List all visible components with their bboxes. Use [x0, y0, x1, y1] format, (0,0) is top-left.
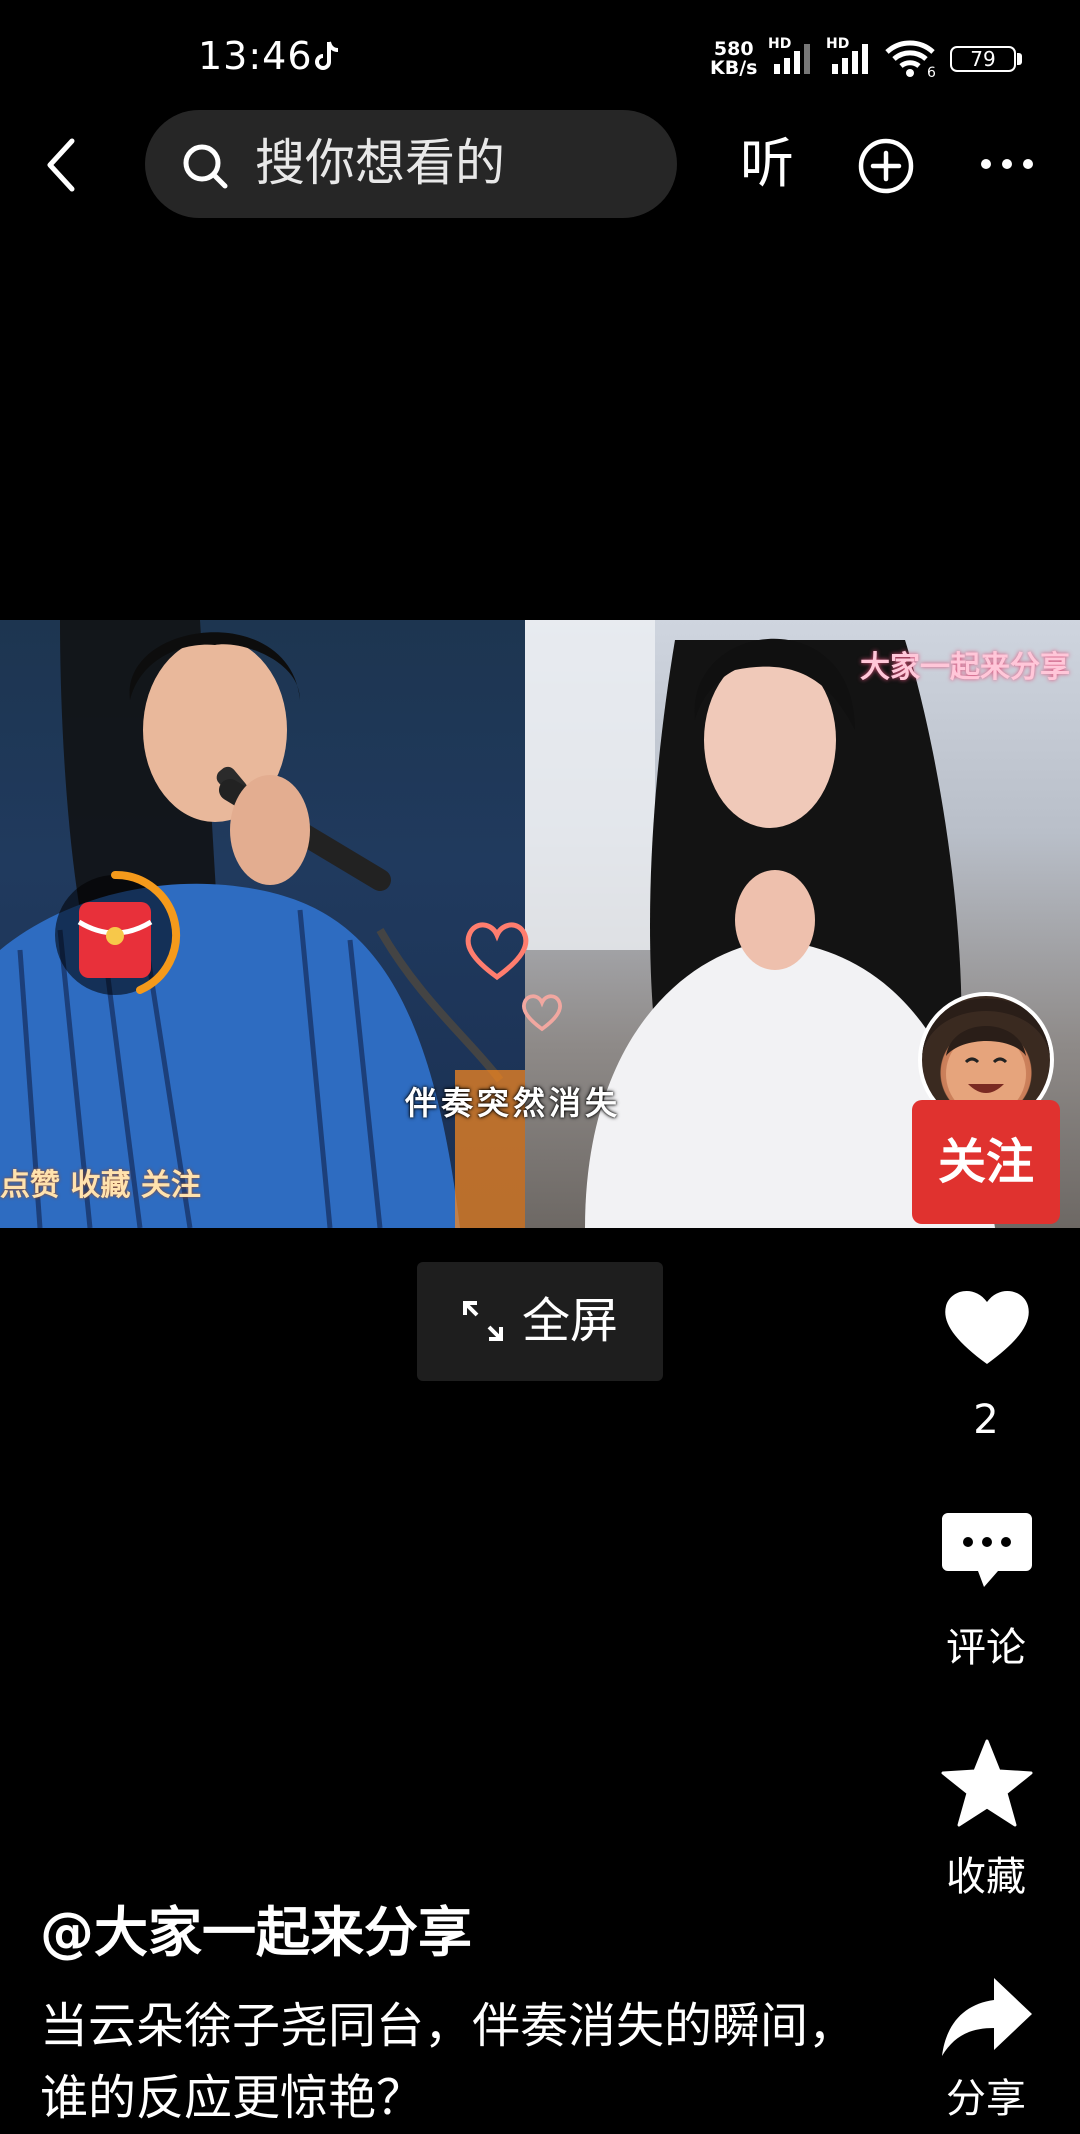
network-speed: 580 KB/s [710, 40, 757, 78]
listen-button[interactable]: 听 [740, 132, 794, 196]
video-overlay-caption: 点赞 收藏 关注 [0, 1168, 201, 1203]
wifi-icon: 6 [885, 40, 936, 78]
back-icon[interactable] [40, 135, 84, 195]
expand-icon [463, 1301, 503, 1341]
comment-icon[interactable] [940, 1503, 1034, 1597]
comment-label: 评论 [946, 1625, 1026, 1671]
net-speed-unit: KB/s [710, 57, 758, 79]
like-heart-icon[interactable] [940, 1280, 1034, 1374]
post-description: 当云朵徐子尧同台，伴奏消失的瞬间，谁的反应更惊艳？ [40, 1998, 857, 2126]
video-subtitle: 伴奏突然消失 [405, 1084, 622, 1122]
search-bar[interactable]: 搜你想看的 [145, 110, 677, 218]
favorite-star-icon[interactable] [940, 1737, 1034, 1831]
battery-icon [1017, 53, 1022, 65]
like-count: 2 [973, 1397, 999, 1443]
red-envelope-icon[interactable] [75, 900, 155, 980]
add-icon[interactable] [857, 137, 915, 195]
more-icon[interactable] [978, 155, 1036, 173]
signal-icon [774, 44, 810, 74]
video-left-pane: 点赞 收藏 关注 [0, 620, 525, 1228]
share-label: 分享 [946, 2076, 1026, 2122]
heart-sticker-icon [465, 922, 529, 981]
battery-level: 79 [950, 46, 1016, 72]
share-arrow-icon[interactable] [940, 1970, 1034, 2064]
author-name[interactable]: @大家一起来分享 [40, 1900, 472, 1966]
status-bar: 13:46 580 KB/s HD HD 6 79 [0, 0, 1080, 110]
signal-icon [832, 44, 868, 74]
search-placeholder: 搜你想看的 [255, 134, 505, 192]
tiktok-icon [315, 41, 339, 70]
video-top-caption: 大家一起来分享 [860, 650, 1070, 685]
wifi-badge: 6 [927, 65, 936, 78]
favorite-label: 收藏 [946, 1854, 1026, 1900]
fullscreen-label: 全屏 [522, 1293, 619, 1349]
status-time: 13:46 [198, 34, 313, 78]
fullscreen-button[interactable]: 全屏 [417, 1262, 663, 1381]
follow-button[interactable]: 关注 [912, 1100, 1060, 1224]
search-icon [183, 144, 228, 189]
heart-sticker-icon [521, 994, 563, 1032]
